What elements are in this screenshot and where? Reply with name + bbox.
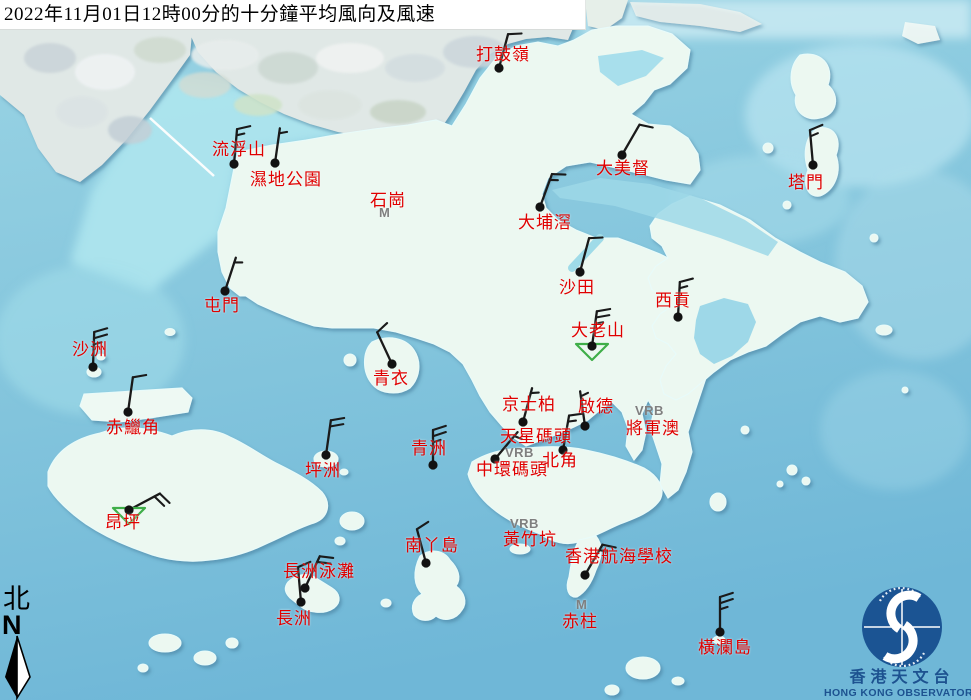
station-dot xyxy=(270,158,279,167)
title-bar: 2022年11月01日12時00分的十分鐘平均風向及風速 xyxy=(0,0,586,30)
hko-logo-name-zh: 香港天文台 xyxy=(848,667,954,686)
station-dot xyxy=(321,450,330,459)
station-dot xyxy=(229,159,238,168)
wind-map-screen: 北 N 香港天文台 HONG KONG OBSERVATORY 打鼓嶺流浮山濕地… xyxy=(0,0,971,700)
station-dot xyxy=(617,150,626,159)
station-dot xyxy=(296,597,305,606)
station-dot xyxy=(518,417,527,426)
station-dot xyxy=(808,160,817,169)
station-dot xyxy=(88,362,97,371)
map-title: 2022年11月01日12時00分的十分鐘平均風向及風速 xyxy=(0,0,585,29)
station-dot xyxy=(300,583,309,592)
station-dot xyxy=(421,558,430,567)
hong-kong-map: 北 N 香港天文台 HONG KONG OBSERVATORY xyxy=(0,0,971,700)
station-dot xyxy=(558,445,567,454)
station-dot xyxy=(124,505,133,514)
station-dot xyxy=(535,202,544,211)
station-dot xyxy=(387,359,396,368)
station-dot xyxy=(428,460,437,469)
station-dot xyxy=(580,421,589,430)
station-dot xyxy=(123,407,132,416)
station-dot xyxy=(673,312,682,321)
station-dot xyxy=(715,627,724,636)
station-dot xyxy=(575,267,584,276)
station-dot xyxy=(490,454,499,463)
station-dot xyxy=(587,341,596,350)
compass-letter: N xyxy=(2,610,22,640)
station-dot xyxy=(580,570,589,579)
station-dot xyxy=(494,63,503,72)
station-dot xyxy=(220,286,229,295)
hko-logo-name-en: HONG KONG OBSERVATORY xyxy=(824,687,971,699)
